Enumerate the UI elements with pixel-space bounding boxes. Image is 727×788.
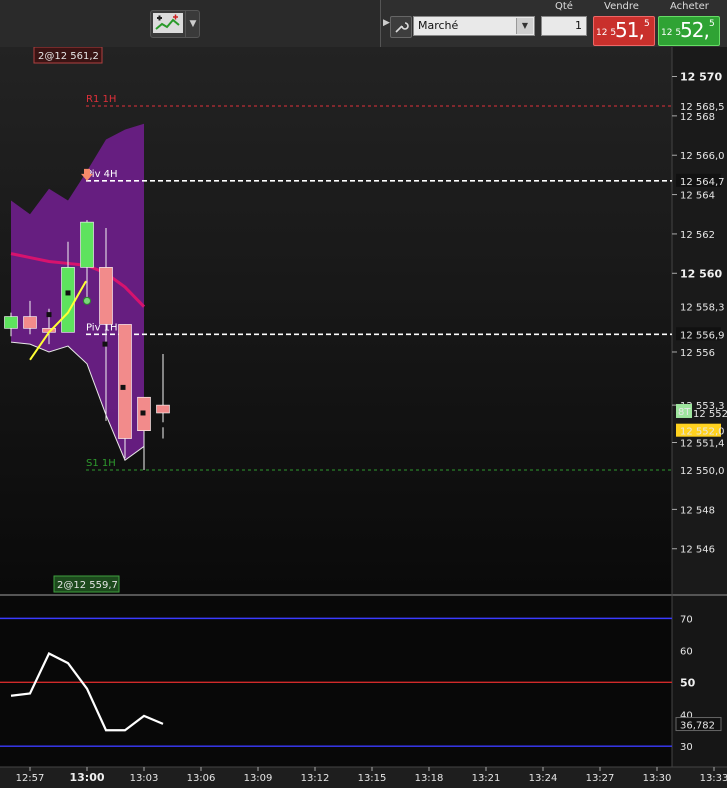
candle-body <box>61 267 75 333</box>
price-tick-label: 12 568 <box>680 112 715 123</box>
buy-label: Acheter <box>670 1 709 12</box>
time-tick-label: 13:30 <box>643 773 672 784</box>
time-tick-label: 13:33 <box>700 773 727 784</box>
buy-price-prefix: 12 5 <box>661 28 682 38</box>
price-tick-label: 12 560 <box>680 267 722 280</box>
time-tick-label: 13:09 <box>244 773 273 784</box>
ma-value-label: 12 558,3 <box>680 303 725 314</box>
triangle-right-icon[interactable]: ▶ <box>383 18 390 28</box>
sell-price-prefix: 12 5 <box>596 28 617 38</box>
buy-price-main: 52, <box>680 18 710 42</box>
candle-body <box>156 404 170 414</box>
signal-marker <box>102 341 108 347</box>
buy-price-sup: 5 <box>709 19 715 29</box>
oscillator-tick-label: 50 <box>680 676 696 689</box>
price-tick-label: 12 562 <box>680 230 715 241</box>
order-panel: ▶ Marché ▼ Qté 1 Vendre Acheter 12 5 51,… <box>380 0 727 47</box>
oscillator-tick-label: 30 <box>680 742 693 753</box>
oscillator-pane-background <box>0 596 672 767</box>
level-value: 12 556,9 <box>680 330 725 341</box>
time-tick-label: 13:27 <box>586 773 615 784</box>
price-tick-label: 12 546 <box>680 545 715 556</box>
sell-price-main: 51, <box>615 18 645 42</box>
wrench-icon[interactable] <box>390 16 412 38</box>
price-tick-label: 12 556 <box>680 348 715 359</box>
candle-body <box>80 221 94 268</box>
price-tick-label: 12 548 <box>680 505 715 516</box>
buy-button[interactable]: 12 5 52, 5 <box>658 16 720 46</box>
time-tick-label: 12:57 <box>16 773 45 784</box>
chart-tools-button[interactable]: ▼ <box>150 10 200 38</box>
price-tick-label: 12 564 <box>680 191 715 202</box>
oscillator-value-label: 36,782 <box>680 721 715 732</box>
signal-marker <box>159 422 165 428</box>
tick-count-label: 8T <box>678 407 691 418</box>
signal-marker <box>65 290 71 296</box>
time-tick-label: 13:06 <box>187 773 216 784</box>
top-toolbar: ▼ ▶ Marché ▼ Qté 1 Vendre Acheter 12 5 5… <box>0 0 727 47</box>
quantity-label: Qté <box>555 1 573 12</box>
chevron-down-icon[interactable]: ▼ <box>185 11 200 37</box>
oscillator-tick-label: 70 <box>680 614 693 625</box>
price-tick-label: 12 566,0 <box>680 151 725 162</box>
price-chart[interactable]: R1 1H12 568,5Piv 4H12 564,7Piv 1H12 556,… <box>0 47 727 788</box>
candle-body <box>23 316 37 329</box>
time-tick-label: 13:21 <box>472 773 501 784</box>
candle-body <box>99 267 113 325</box>
signal-marker <box>140 410 146 416</box>
oscillator-tick-label: 60 <box>680 646 693 657</box>
sell-button[interactable]: 12 5 51, 5 <box>593 16 655 46</box>
signal-marker <box>120 384 126 390</box>
time-tick-label: 13:15 <box>358 773 387 784</box>
level-value: 12 564,7 <box>680 177 725 188</box>
price-tick-label: 12 570 <box>680 71 722 84</box>
time-tick-label: 13:03 <box>130 773 159 784</box>
bottom-position-label: 2@12 559,7 <box>57 580 118 591</box>
time-tick-label: 13:18 <box>415 773 444 784</box>
signal-marker <box>46 312 52 318</box>
candle-body <box>118 324 132 439</box>
signal-dot-icon <box>83 296 91 305</box>
chevron-down-icon: ▼ <box>516 18 533 34</box>
chart-tools-icon <box>153 13 183 33</box>
time-tick-label: 13:00 <box>69 771 104 784</box>
sell-label: Vendre <box>604 1 639 12</box>
level-label: S1 1H <box>86 458 116 469</box>
sell-price-sup: 5 <box>644 19 650 29</box>
level-value: 12 550,0 <box>680 466 725 477</box>
tick-value-label: 12 552,9 <box>693 409 727 420</box>
order-type-value: Marché <box>418 19 459 32</box>
level-label: R1 1H <box>86 94 116 105</box>
time-tick-label: 13:24 <box>529 773 558 784</box>
top-position-label: 2@12 561,2 <box>38 51 99 62</box>
time-tick-label: 13:12 <box>301 773 330 784</box>
quantity-input[interactable]: 1 <box>541 16 587 36</box>
current-price-label: 12 552,0 <box>680 427 725 438</box>
candle-body <box>4 316 18 329</box>
order-type-select[interactable]: Marché ▼ <box>413 16 535 36</box>
price-tick-label: 12 551,4 <box>680 438 725 449</box>
